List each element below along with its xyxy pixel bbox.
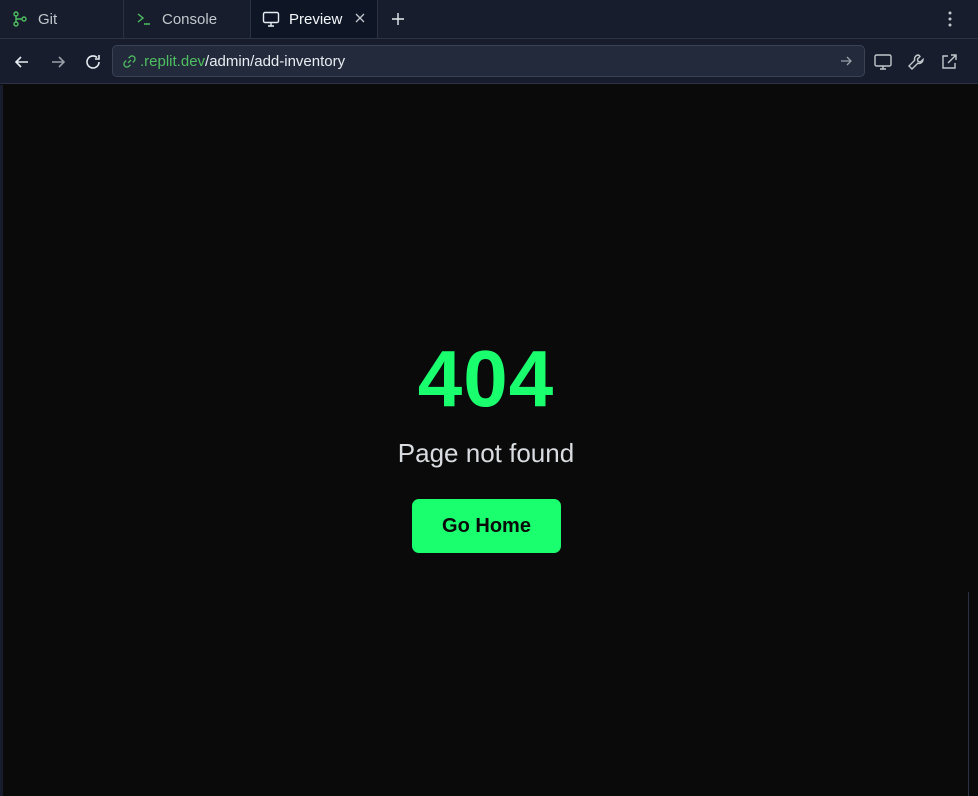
not-found-page: 404 Page not found Go Home — [3, 85, 969, 796]
viewport-divider — [968, 592, 969, 796]
vertical-dots-icon — [948, 11, 952, 27]
wrench-icon — [908, 54, 924, 70]
monitor-icon — [874, 54, 892, 70]
devtools-button[interactable] — [904, 50, 928, 74]
tab-git[interactable]: Git — [0, 0, 124, 38]
devices-button[interactable] — [871, 50, 895, 74]
url-path: /admin/add-inventory — [205, 52, 346, 70]
terminal-icon — [134, 9, 154, 29]
preview-viewport: 404 Page not found Go Home — [3, 85, 969, 796]
reload-icon — [86, 55, 100, 69]
arrow-left-icon — [14, 56, 28, 68]
error-message: Page not found — [397, 438, 575, 468]
go-button[interactable] — [838, 53, 854, 69]
viewport-right-gutter — [969, 85, 978, 796]
plus-icon — [392, 13, 404, 25]
tab-git-label: Git — [38, 10, 58, 28]
url-host: .replit.dev — [140, 52, 206, 70]
arrow-right-icon — [841, 56, 852, 66]
tab-console-label: Console — [162, 10, 218, 28]
error-code: 404 — [417, 334, 555, 423]
back-button[interactable] — [10, 50, 34, 74]
open-new-tab-button[interactable] — [937, 50, 961, 74]
external-link-icon — [942, 54, 957, 69]
url-bar: .replit.dev/admin/add-inventory — [0, 39, 978, 84]
forward-button[interactable] — [46, 50, 70, 74]
add-tab-button[interactable] — [378, 0, 418, 38]
url-text: .replit.dev/admin/add-inventory — [140, 53, 345, 70]
go-home-button[interactable]: Go Home — [412, 499, 561, 553]
reload-button[interactable] — [81, 50, 105, 74]
tab-bar: Git Console Preview — [0, 0, 978, 39]
tab-preview[interactable]: Preview — [251, 0, 378, 38]
git-icon — [10, 9, 30, 29]
arrow-right-icon — [52, 56, 66, 68]
tab-console[interactable]: Console — [124, 0, 251, 38]
url-input[interactable]: .replit.dev/admin/add-inventory — [112, 45, 865, 77]
monitor-icon — [261, 9, 281, 29]
close-icon[interactable] — [351, 9, 369, 27]
more-options-button[interactable] — [940, 9, 960, 29]
link-icon — [118, 54, 140, 69]
tab-preview-label: Preview — [289, 10, 343, 28]
